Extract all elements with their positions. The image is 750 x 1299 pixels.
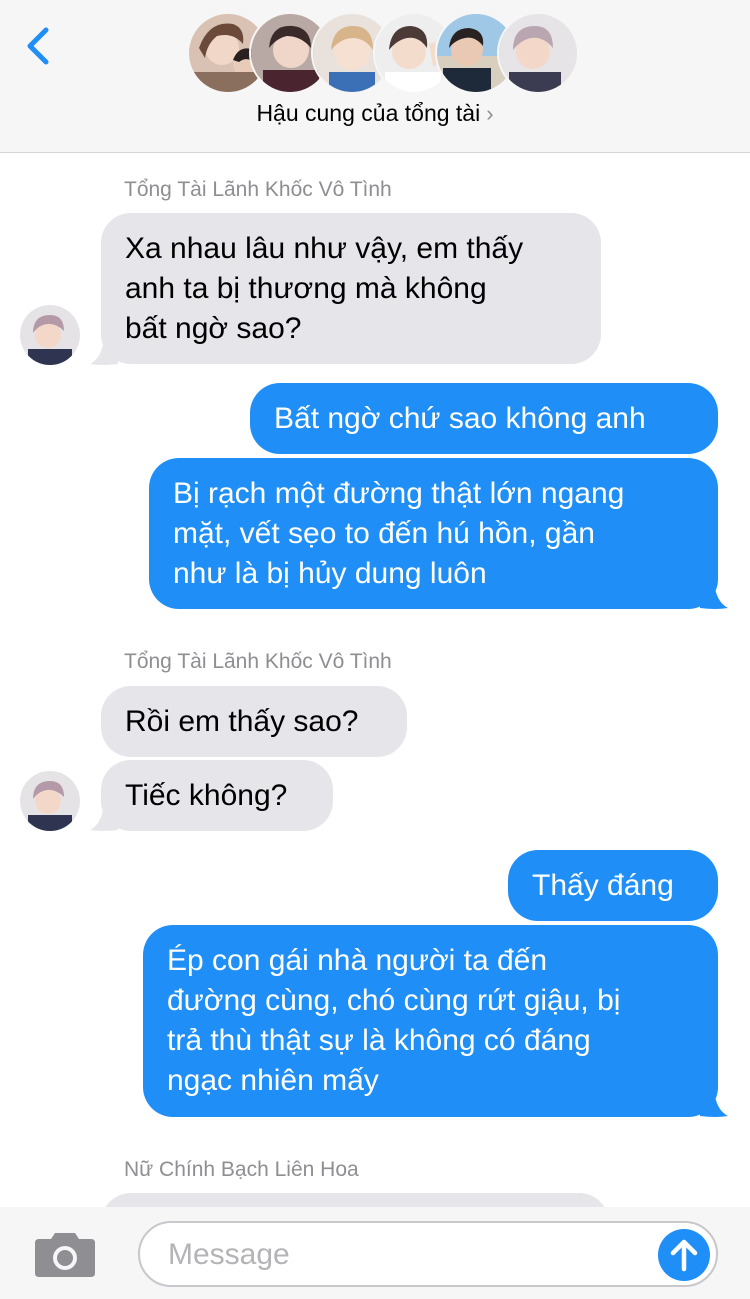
chevron-left-icon [27,27,49,65]
message-bubble-outgoing[interactable]: Bất ngờ chứ sao không anh [250,383,718,454]
message-input[interactable] [166,1233,640,1277]
message-text: Tiếc không? [125,779,288,812]
message-bubble-incoming[interactable]: Rồi em thấy sao? [101,686,407,757]
message-bubble-incoming[interactable]: Xa nhau lâu như vậy, em thấy anh ta bị t… [101,213,601,364]
avatar [497,12,579,94]
message-text: Thấy đáng [532,869,674,902]
camera-icon [35,1233,95,1277]
message-bubble-outgoing[interactable]: Bị rạch một đường thật lớn ngang mặt, vế… [149,458,718,609]
send-button[interactable] [658,1229,710,1281]
camera-button[interactable] [33,1229,97,1279]
sender-name: Tổng Tài Lãnh Khốc Vô Tình [124,650,392,673]
message-bubble-outgoing[interactable]: Ép con gái nhà người ta đến đường cùng, … [143,925,718,1117]
arrow-up-icon [670,1239,698,1272]
message-line: anh ta bị thương mà không [125,272,487,305]
message-text: Bất ngờ chứ sao không anh [274,402,646,435]
message-bubble-incoming[interactable]: Tiếc không? [101,760,333,831]
contact-avatar[interactable] [20,771,80,831]
message-line: như là bị hủy dung luôn [173,557,487,590]
contact-avatar[interactable] [20,305,80,365]
group-avatars[interactable] [187,12,579,94]
message-field[interactable] [138,1221,718,1287]
sender-name: Nữ Chính Bạch Liên Hoa [124,1158,359,1181]
sender-name: Tổng Tài Lãnh Khốc Vô Tình [124,178,392,201]
message-line: Bị rạch một đường thật lớn ngang [173,477,625,510]
chat-screen: Hậu cung của tổng tài › Tổng Tài Lãnh Khố… [0,0,750,1299]
message-line: mặt, vết sẹo to đến hú hồn, gần [173,517,595,550]
back-button[interactable] [18,22,62,70]
message-line: ngạc nhiên mấy [167,1064,379,1097]
message-line: bất ngờ sao? [125,312,302,345]
message-bubble-outgoing[interactable]: Thấy đáng [508,850,718,921]
message-text: Rồi em thấy sao? [125,705,359,738]
title-label: Hậu cung của tổng tài [256,100,481,126]
message-line: đường cùng, chó cùng rứt giậu, bị [167,984,621,1017]
compose-bar [0,1207,750,1299]
chevron-right-icon: › [486,101,494,126]
conversation-header: Hậu cung của tổng tài › [0,0,750,153]
message-line: Ép con gái nhà người ta đến [167,944,548,977]
conversation-title[interactable]: Hậu cung của tổng tài › [0,100,750,127]
message-line: Xa nhau lâu như vậy, em thấy [125,232,524,265]
message-line: trả thù thật sự là không có đáng [167,1024,591,1057]
